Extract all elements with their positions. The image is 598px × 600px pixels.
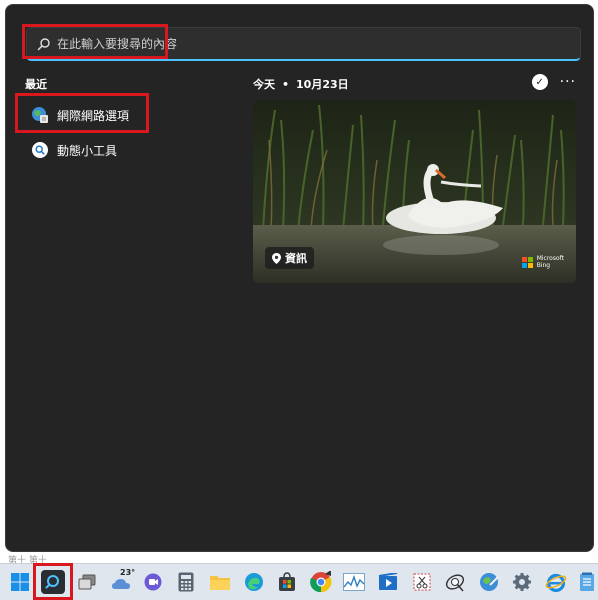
weather-temp: 23° <box>120 568 136 577</box>
microsoft-logo-icon <box>521 256 533 268</box>
start-icon[interactable] <box>8 570 32 594</box>
search-flyout: 在此輸入要搜尋的內容 最近 網際網路選項 動態小工具 今天 • 10月23日 ✓… <box>5 4 594 552</box>
performance-icon[interactable] <box>342 570 366 594</box>
internet-explorer-icon[interactable] <box>544 570 568 594</box>
location-pin-icon <box>272 252 281 264</box>
taskbar-search-button[interactable] <box>41 570 65 594</box>
search-icon <box>37 37 50 50</box>
recent-item-internet-options[interactable]: 網際網路選項 <box>31 106 129 124</box>
recent-item-widgets[interactable]: 動態小工具 <box>31 141 117 159</box>
news-pill[interactable]: 資訊 <box>265 247 314 269</box>
satellite-icon[interactable] <box>443 570 467 594</box>
network-icon[interactable] <box>477 570 501 594</box>
bing-brand-line2: Bing <box>536 262 551 269</box>
today-header: 今天 • 10月23日 <box>253 76 349 92</box>
more-options-icon[interactable]: ··· <box>560 74 576 90</box>
search-placeholder: 在此輸入要搜尋的內容 <box>57 37 178 51</box>
bing-brand-line1: Microsoft <box>536 255 564 262</box>
recent-title: 最近 <box>25 78 47 91</box>
edge-icon[interactable] <box>242 570 266 594</box>
taskbar: 23° <box>0 563 598 600</box>
notepad-icon[interactable] <box>577 570 597 594</box>
task-view-icon[interactable] <box>75 570 99 594</box>
calculator-icon[interactable] <box>174 570 198 594</box>
news-label: 資訊 <box>285 252 307 265</box>
recent-item-label: 網際網路選項 <box>57 108 130 123</box>
chrome-icon[interactable] <box>309 570 333 594</box>
recent-item-label: 動態小工具 <box>57 143 118 158</box>
search-input[interactable]: 在此輸入要搜尋的內容 <box>26 27 581 61</box>
separator-dot: • <box>282 77 290 91</box>
today-label: 今天 <box>253 78 275 91</box>
weather-icon[interactable]: 23° <box>108 568 138 594</box>
search-icon <box>31 141 49 159</box>
top-actions: ✓ ··· <box>531 74 576 90</box>
snipping-icon[interactable] <box>410 570 434 594</box>
file-explorer-icon[interactable] <box>208 570 232 594</box>
today-date: 10月23日 <box>296 78 349 91</box>
settings-icon[interactable] <box>510 570 534 594</box>
microsoft-bing-logo: Microsoft Bing <box>521 255 564 269</box>
bing-rewards-icon[interactable]: ✓ <box>531 74 548 90</box>
hero-news-card[interactable]: 資訊 Microsoft Bing <box>253 100 576 283</box>
screen: 在此輸入要搜尋的內容 最近 網際網路選項 動態小工具 今天 • 10月23日 ✓… <box>0 0 598 600</box>
search-icon <box>45 575 59 589</box>
internet-options-icon <box>31 106 49 124</box>
chat-icon[interactable] <box>141 570 165 594</box>
movies-icon[interactable] <box>376 570 400 594</box>
store-icon[interactable] <box>275 570 299 594</box>
